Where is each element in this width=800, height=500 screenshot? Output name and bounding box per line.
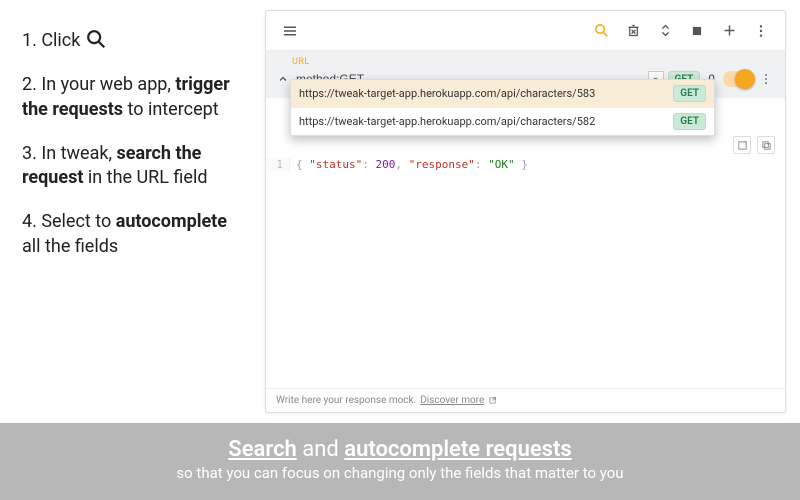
expand-editor-icon[interactable] [733, 136, 751, 154]
add-icon[interactable] [713, 15, 745, 47]
banner-title: Search and autocomplete requests [20, 437, 780, 462]
step-1: 1. Click [22, 28, 247, 53]
suggestion-url: https://tweak-target-app.herokuapp.com/a… [299, 115, 595, 128]
suggestion-method-badge: GET [673, 113, 706, 130]
tweak-panel: URL ▾ GET 0 [265, 10, 786, 413]
instructions-pane: 1. Click 2. In your web app, trigger the… [0, 0, 265, 423]
url-row: URL ▾ GET 0 [266, 51, 785, 98]
editor-footer: Write here your response mock. Discover … [266, 388, 785, 412]
step-3: 3. In tweak, search the request in the U… [22, 142, 247, 191]
step-4: 4. Select to autocomplete all the fields [22, 210, 247, 259]
autocomplete-dropdown: https://tweak-target-app.herokuapp.com/a… [290, 79, 715, 136]
external-link-icon [488, 396, 497, 405]
suggestion-item[interactable]: https://tweak-target-app.herokuapp.com/a… [291, 107, 714, 135]
collapse-icon[interactable] [649, 15, 681, 47]
response-editor-area: 1 { "status": 200, "response": "OK" } Wr… [266, 98, 785, 412]
banner-subtitle: so that you can focus on changing only t… [20, 464, 780, 482]
url-label: URL [292, 57, 775, 67]
stop-icon[interactable] [681, 15, 713, 47]
footer-text: Write here your response mock. [276, 395, 416, 406]
delete-icon[interactable] [617, 15, 649, 47]
more-icon[interactable] [745, 15, 777, 47]
row-more-icon[interactable] [757, 72, 775, 86]
bottom-banner: Search and autocomplete requests so that… [0, 423, 800, 500]
search-icon[interactable] [585, 15, 617, 47]
magnifier-icon [85, 28, 107, 50]
chevron-up-icon[interactable] [276, 73, 290, 85]
discover-more-link[interactable]: Discover more [420, 395, 484, 406]
step-2: 2. In your web app, trigger the requests… [22, 73, 247, 122]
suggestion-method-badge: GET [673, 85, 706, 102]
top-toolbar [266, 11, 785, 51]
copy-icon[interactable] [757, 136, 775, 154]
suggestion-item[interactable]: https://tweak-target-app.herokuapp.com/a… [291, 80, 714, 107]
step1-text: 1. Click [22, 30, 85, 51]
line-number: 1 [266, 158, 290, 171]
suggestion-url: https://tweak-target-app.herokuapp.com/a… [299, 87, 595, 100]
enable-toggle[interactable] [723, 71, 753, 87]
code-content: { "status": 200, "response": "OK" } [290, 158, 528, 171]
code-editor[interactable]: 1 { "status": 200, "response": "OK" } [266, 158, 785, 388]
menu-icon[interactable] [274, 15, 306, 47]
